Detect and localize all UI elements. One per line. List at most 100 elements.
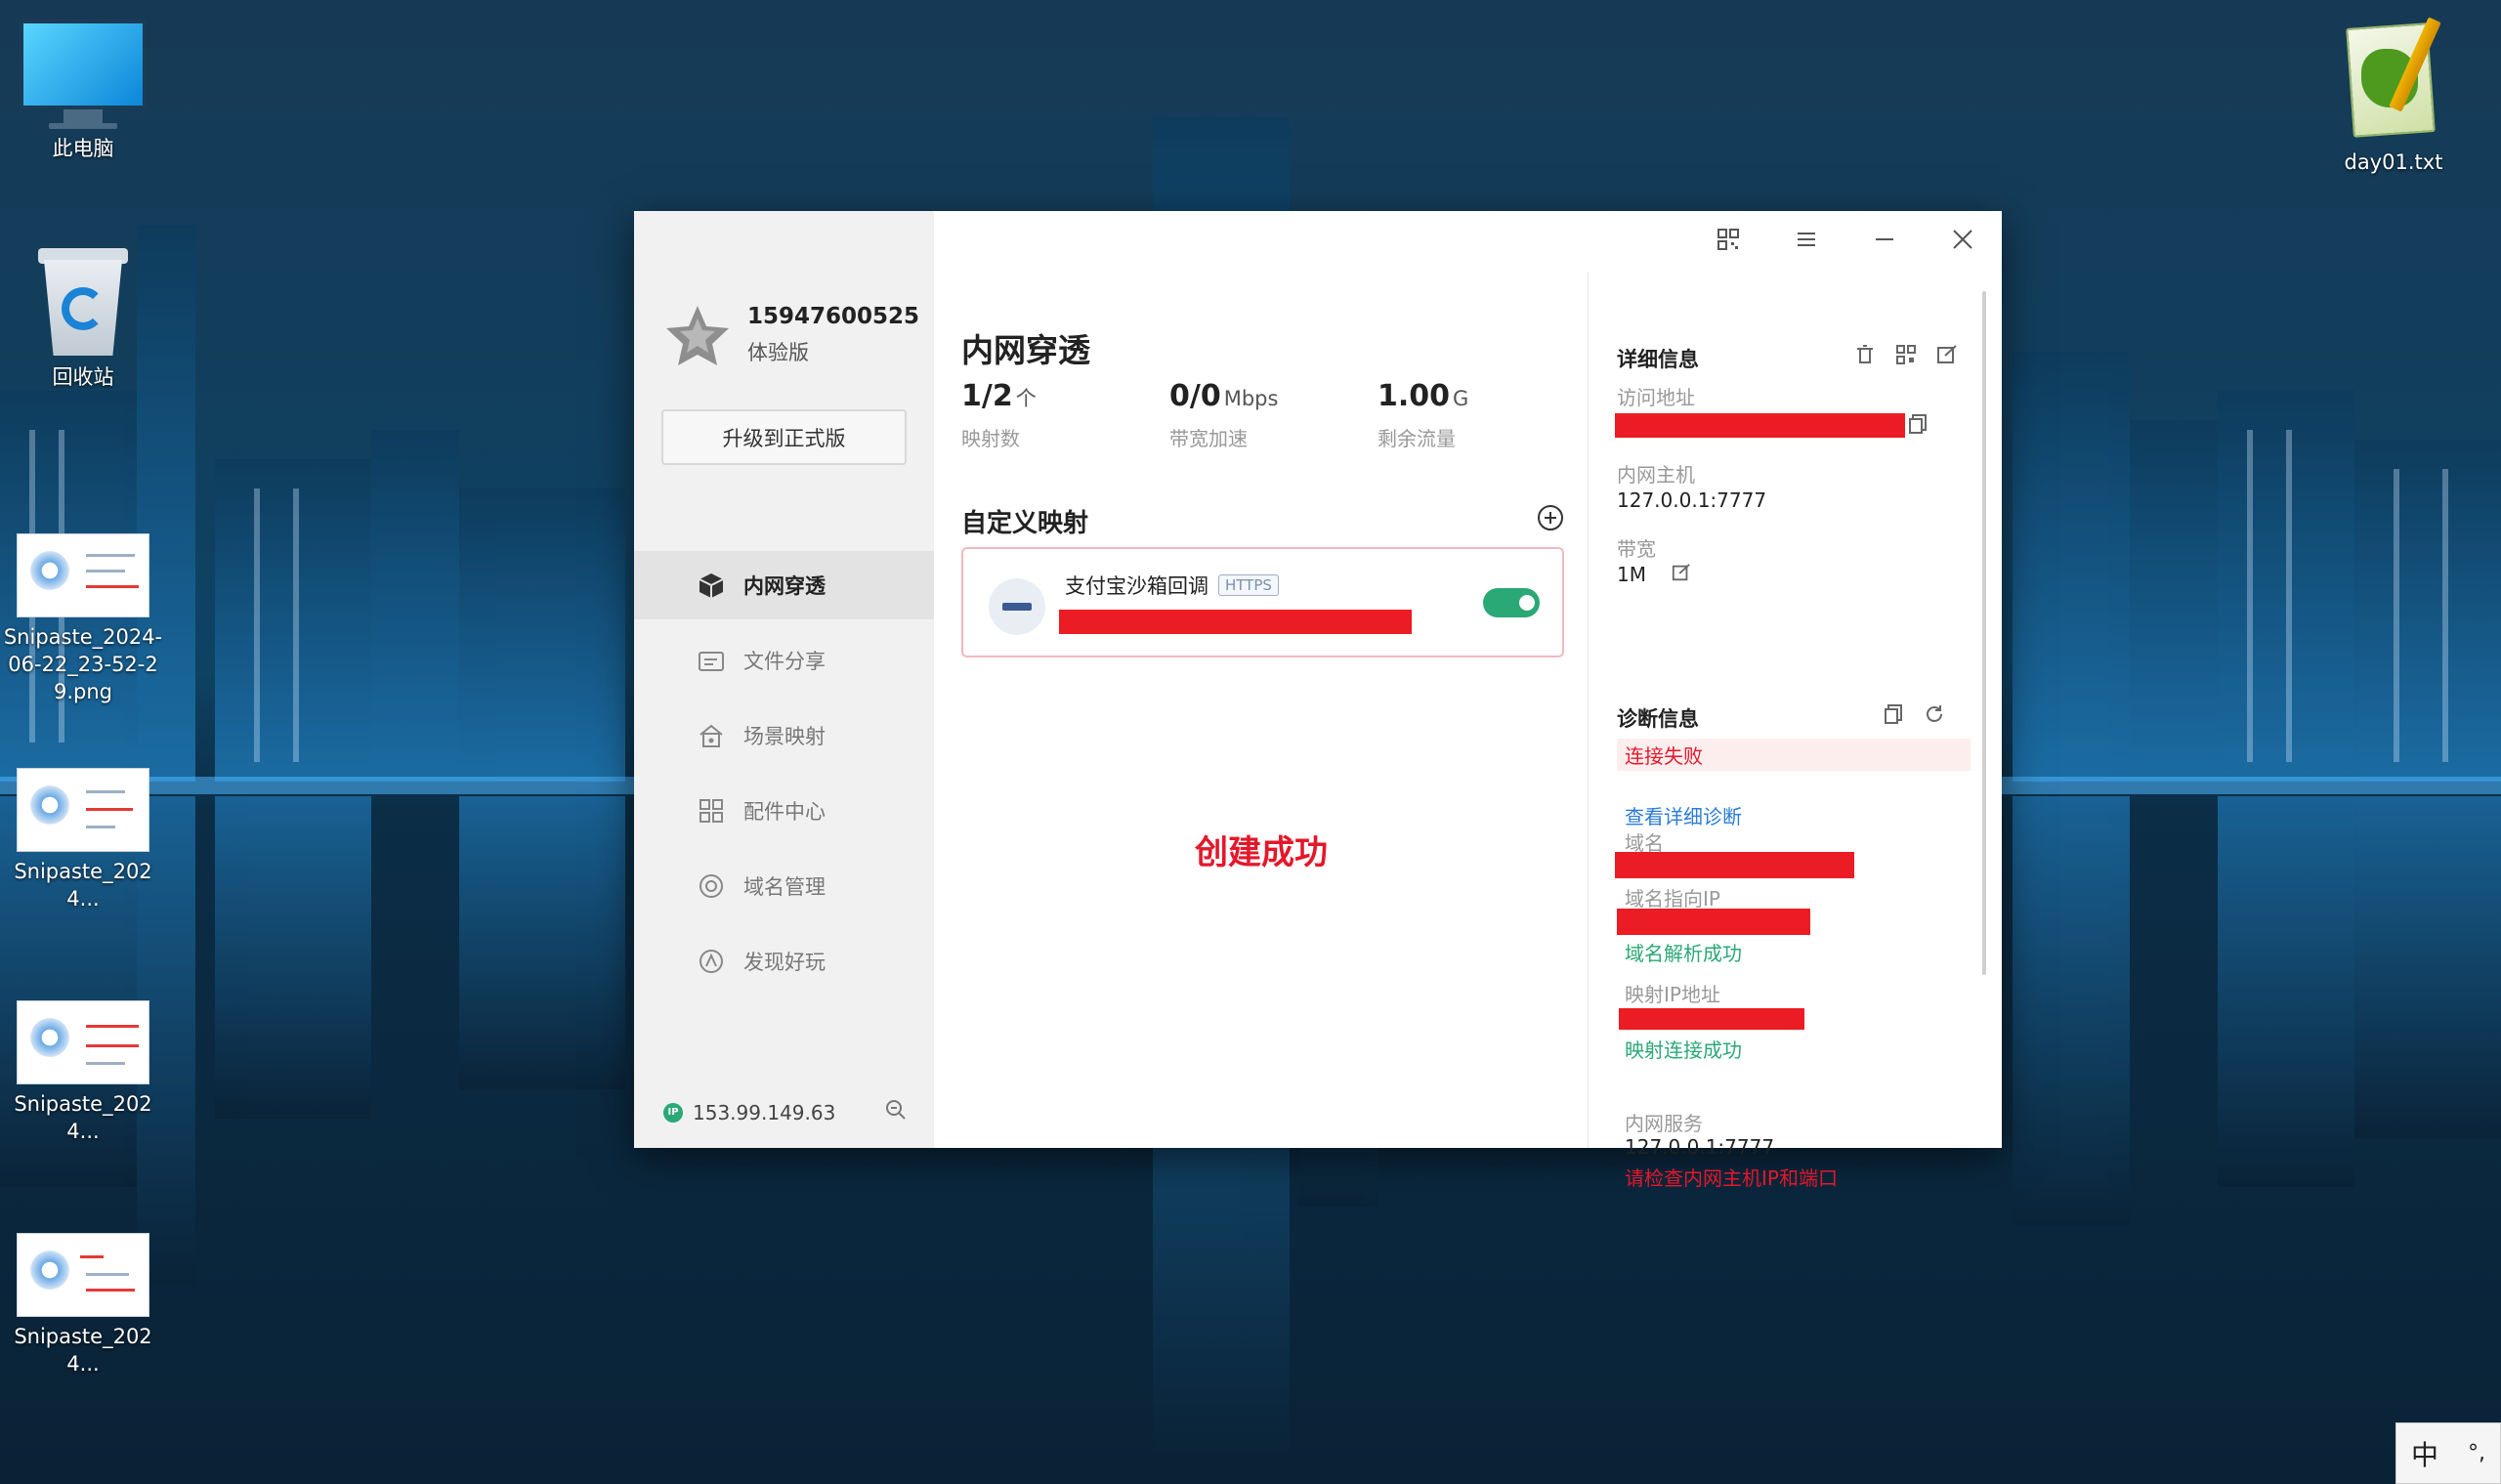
mapping-connect-status: 映射连接成功	[1625, 1039, 1742, 1062]
nav-item-discover[interactable]: 发现好玩	[634, 927, 934, 996]
notepad-plus-plus-icon	[2340, 16, 2447, 143]
domain-ip-label: 域名指向IP	[1625, 887, 1720, 911]
page-title: 内网穿透	[961, 331, 1090, 369]
menu-button[interactable]	[1767, 211, 1845, 272]
delete-icon[interactable]	[1854, 344, 1876, 369]
image-file-icon	[17, 768, 149, 852]
sidebar: 15947600525 体验版 升级到正式版 内网穿透 文件分享 场景映射 配件…	[634, 211, 934, 1148]
stat-bandwidth: 0/0 Mbps 带宽加速	[1169, 379, 1378, 451]
nav-item-accessories[interactable]: 配件中心	[634, 777, 934, 845]
desktop-icon-this-pc[interactable]: 此电脑	[0, 20, 166, 162]
nav-item-label: 发现好玩	[743, 951, 826, 974]
connection-status: 连接失败	[1617, 739, 1971, 771]
desktop-icon-snipaste-2[interactable]: Snipaste_2024...	[0, 768, 166, 912]
zoom-search-icon[interactable]	[884, 1098, 908, 1126]
nav-item-scene-mapping[interactable]: 场景映射	[634, 701, 934, 770]
diagnosis-actions	[1883, 703, 1945, 729]
edit-bandwidth-icon[interactable]	[1672, 563, 1691, 586]
ime-indicator[interactable]: 中 °,	[2395, 1422, 2501, 1484]
nav-item-label: 配件中心	[743, 800, 826, 824]
desktop-icon-snipaste-1[interactable]: Snipaste_2024-06-22_23-52-29.png	[0, 533, 166, 705]
detail-title: 详细信息	[1617, 348, 1699, 371]
nav-item-label: 场景映射	[743, 725, 826, 748]
stat-label: 映射数	[961, 427, 1020, 450]
stat-value: 1.00	[1378, 379, 1451, 413]
star-avatar-icon[interactable]	[663, 301, 732, 369]
discover-icon	[697, 947, 726, 976]
desktop-icon-label: Snipaste_2024...	[14, 1092, 152, 1143]
minimize-button[interactable]	[1845, 211, 1924, 272]
desktop-icon-label: 此电脑	[52, 137, 114, 160]
domain-resolve-status: 域名解析成功	[1625, 942, 1742, 965]
mapping-enable-toggle[interactable]	[1483, 588, 1540, 617]
mapping-logo-icon	[989, 578, 1045, 635]
desktop-icon-snipaste-3[interactable]: Snipaste_2024...	[0, 1000, 166, 1145]
add-mapping-button[interactable]	[1536, 503, 1565, 532]
intranet-service-label: 内网服务	[1625, 1112, 1703, 1135]
app-window: 15947600525 体验版 升级到正式版 内网穿透 文件分享 场景映射 配件…	[634, 211, 2002, 1190]
access-address-label: 访问地址	[1617, 386, 1695, 409]
intranet-host-label: 内网主机	[1617, 463, 1695, 487]
user-profile: 15947600525 体验版	[663, 301, 919, 369]
stat-traffic: 1.00 G 剩余流量	[1378, 379, 1586, 451]
redacted-domain-ip	[1617, 909, 1810, 935]
desktop-icon-day01[interactable]: day01.txt	[2310, 16, 2477, 176]
refresh-icon[interactable]	[1924, 703, 1945, 729]
account-tier: 体验版	[747, 341, 809, 364]
mapping-name: 支付宝沙箱回调	[1065, 574, 1208, 598]
edit-icon[interactable]	[1936, 344, 1958, 369]
mapping-card[interactable]: 支付宝沙箱回调 HTTPS	[961, 547, 1564, 657]
image-file-icon	[17, 1233, 149, 1317]
desktop-icon-snipaste-4[interactable]: Snipaste_2024...	[0, 1233, 166, 1378]
stat-value: 0/0	[1169, 379, 1221, 413]
stat-label: 剩余流量	[1378, 427, 1456, 450]
detail-scrollbar[interactable]	[1982, 291, 1986, 975]
redacted-access-address	[1615, 413, 1905, 438]
qrcode-icon	[1717, 228, 1740, 255]
desktop-icon-label: Snipaste_2024...	[14, 860, 152, 911]
stat-mappings: 1/2 个 映射数	[961, 379, 1169, 451]
stat-unit: 个	[1015, 387, 1037, 410]
nav-item-label: 文件分享	[743, 650, 826, 673]
main-area: 内网穿透 1/2 个 映射数 0/0 Mbps 带宽加速 1.00 G 剩余流量 自定…	[934, 211, 2002, 1190]
intranet-service-value: 127.0.0.1:7777	[1625, 1135, 1775, 1159]
copy-icon[interactable]	[1907, 413, 1929, 439]
copy-icon[interactable]	[1883, 703, 1904, 729]
hamburger-menu-icon	[1795, 228, 1818, 255]
grid-apps-icon	[697, 796, 726, 826]
recycle-bin-icon	[36, 242, 130, 358]
folder-share-icon	[697, 646, 726, 675]
nav-item-label: 域名管理	[743, 875, 826, 899]
nav-item-domain[interactable]: 域名管理	[634, 852, 934, 920]
redacted-address	[1059, 610, 1412, 634]
nav-item-file-share[interactable]: 文件分享	[634, 626, 934, 695]
desktop-icon-label: Snipaste_2024-06-22_23-52-29.png	[3, 625, 163, 703]
public-ip: 153.99.149.63	[693, 1100, 836, 1124]
close-icon	[1951, 228, 1974, 255]
view-diagnosis-link[interactable]: 查看详细诊断	[1625, 801, 1742, 829]
diagnosis-title: 诊断信息	[1617, 707, 1699, 731]
stat-unit: G	[1453, 387, 1469, 410]
bandwidth-label: 带宽	[1617, 537, 1656, 561]
computer-icon	[20, 20, 147, 129]
qrcode-icon[interactable]	[1895, 344, 1917, 369]
redacted-domain	[1615, 852, 1854, 878]
mapping-ip-label: 映射IP地址	[1625, 983, 1720, 1006]
close-button[interactable]	[1924, 211, 2002, 272]
mapping-title: 支付宝沙箱回调 HTTPS	[1065, 571, 1279, 600]
redacted-mapping-ip	[1619, 1008, 1804, 1030]
plus-circle-icon	[1536, 505, 1565, 536]
nav-item-intranet[interactable]: 内网穿透	[634, 551, 934, 619]
home-scene-icon	[697, 721, 726, 750]
service-hint: 请检查内网主机IP和端口	[1625, 1166, 1838, 1190]
stat-label: 带宽加速	[1169, 427, 1248, 450]
desktop-icon-label: Snipaste_2024...	[14, 1325, 152, 1376]
qrcode-button[interactable]	[1689, 211, 1767, 272]
ime-mode: 中	[2410, 1438, 2438, 1471]
upgrade-button[interactable]: 升级到正式版	[661, 409, 907, 465]
intranet-host-value: 127.0.0.1:7777	[1617, 488, 1767, 512]
stat-unit: Mbps	[1223, 387, 1279, 410]
image-file-icon	[17, 1000, 149, 1084]
desktop-icon-recycle-bin[interactable]: 回收站	[0, 242, 166, 391]
nav-item-label: 内网穿透	[743, 574, 826, 598]
